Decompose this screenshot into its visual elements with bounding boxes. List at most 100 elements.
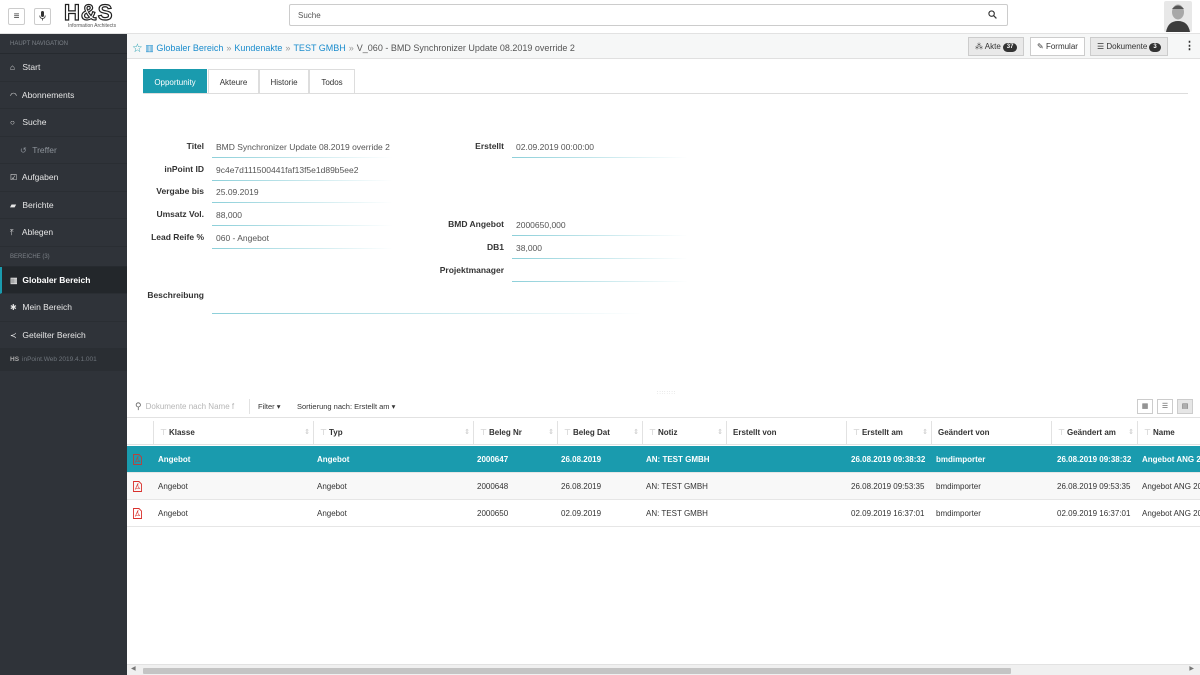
projektmanager-label: Projektmanager bbox=[439, 265, 504, 275]
image-icon: ▦ bbox=[1141, 403, 1149, 410]
view-list-button[interactable]: ☰ bbox=[1157, 399, 1173, 414]
filter-icon[interactable]: ⊤ bbox=[480, 428, 487, 437]
scroll-right-icon[interactable]: ▶ bbox=[1189, 665, 1194, 672]
sidebar-item-mein-bereich[interactable]: ✱ Mein Bereich bbox=[0, 294, 127, 322]
sidebar-item-label: Globaler Bereich bbox=[22, 274, 91, 285]
table-row[interactable]: Angebot Angebot 2000650 02.09.2019 AN: T… bbox=[127, 500, 1200, 527]
sidebar-item-treffer[interactable]: ↺ Treffer bbox=[0, 137, 127, 164]
list-icon: ☰ bbox=[1097, 42, 1105, 51]
breadcrumb-kundenakte[interactable]: Kundenakte bbox=[234, 43, 282, 53]
breadcrumb-globaler-bereich[interactable]: Globaler Bereich bbox=[156, 43, 223, 53]
view-table-button[interactable]: ▤ bbox=[1177, 399, 1193, 414]
umsatz-field[interactable]: 88,000 bbox=[212, 209, 392, 226]
titel-field[interactable]: BMD Synchronizer Update 08.2019 override… bbox=[212, 141, 392, 158]
search-icon: ⚲ bbox=[135, 401, 142, 411]
horizontal-scrollbar[interactable]: ◀ ▶ bbox=[127, 664, 1200, 675]
cell-geaendert-von: bmdimporter bbox=[936, 509, 981, 518]
favorite-star-icon[interactable]: ☆ bbox=[132, 41, 143, 55]
sidebar-item-geteilter-bereich[interactable]: ≺ Geteilter Bereich bbox=[0, 322, 127, 349]
sort-icon[interactable]: ⇕ bbox=[304, 421, 310, 445]
sort-icon[interactable]: ⇕ bbox=[548, 421, 554, 445]
voice-button[interactable] bbox=[34, 8, 51, 25]
filter-icon[interactable]: ⊤ bbox=[160, 428, 167, 437]
cell-beleg-nr: 2000648 bbox=[477, 482, 509, 491]
column-label: Beleg Dat bbox=[572, 428, 610, 437]
document-search-input[interactable]: ⚲ Dokumente nach Name f bbox=[135, 401, 234, 412]
column-header-beleg-dat[interactable]: ⊤ Beleg Dat ⇕ bbox=[557, 421, 642, 445]
filter-icon[interactable]: ⊤ bbox=[320, 428, 327, 437]
filter-icon[interactable]: ⊤ bbox=[1058, 428, 1065, 437]
sidebar-item-ablegen[interactable]: ⤒ Ablegen bbox=[0, 219, 127, 247]
formular-button[interactable]: ✎ Formular bbox=[1030, 37, 1085, 56]
sidebar-item-abonnements[interactable]: ◠ Abonnements bbox=[0, 82, 127, 109]
tab-historie[interactable]: Historie bbox=[259, 69, 309, 94]
column-header-name[interactable]: ⊤ Name bbox=[1137, 421, 1200, 445]
logo-subtitle: Information Architects bbox=[68, 23, 117, 29]
history-icon: ↺ bbox=[20, 145, 27, 155]
sidebar-item-aufgaben[interactable]: ☑ Aufgaben bbox=[0, 164, 127, 192]
sidebar-item-berichte[interactable]: ▰ Berichte bbox=[0, 192, 127, 219]
app-logo[interactable]: H&S Information Architects bbox=[63, 1, 128, 32]
cell-notiz: AN: TEST GMBH bbox=[646, 482, 708, 491]
sort-icon[interactable]: ⇕ bbox=[717, 421, 723, 445]
column-header-erstellt-von[interactable]: Erstellt von bbox=[726, 421, 846, 445]
erstellt-field[interactable]: 02.09.2019 00:00:00 bbox=[512, 141, 687, 158]
scrollbar-thumb[interactable] bbox=[143, 668, 1011, 674]
filter-dropdown[interactable]: Filter ▾ bbox=[258, 402, 281, 411]
cell-geaendert-von: bmdimporter bbox=[936, 455, 986, 464]
building-icon: ▥ bbox=[10, 275, 18, 285]
column-header-notiz[interactable]: ⊤ Notiz ⇕ bbox=[642, 421, 726, 445]
beschreibung-field[interactable] bbox=[212, 297, 642, 314]
search-icon: ○ bbox=[10, 118, 15, 127]
sidebar-item-globaler-bereich[interactable]: ▥ Globaler Bereich bbox=[0, 266, 127, 294]
column-header-typ[interactable]: ⊤ Typ ⇕ bbox=[313, 421, 473, 445]
cell-erstellt-am: 02.09.2019 16:37:01 bbox=[851, 509, 925, 518]
table-row[interactable]: Angebot Angebot 2000647 26.08.2019 AN: T… bbox=[127, 446, 1200, 473]
akte-button[interactable]: ⁂ Akte 37 bbox=[968, 37, 1025, 56]
vergabe-bis-field[interactable]: 25.09.2019 bbox=[212, 186, 392, 203]
tab-akteure[interactable]: Akteure bbox=[208, 69, 259, 94]
version-logo: HS bbox=[10, 356, 20, 363]
inpoint-id-field[interactable]: 9c4e7d111500441faf13f5e1d89b5ee2 bbox=[212, 164, 392, 181]
table-row[interactable]: Angebot Angebot 2000648 26.08.2019 AN: T… bbox=[127, 473, 1200, 500]
sidebar-item-label: Berichte bbox=[22, 199, 54, 210]
sort-icon[interactable]: ⇕ bbox=[633, 421, 639, 445]
menu-toggle-button[interactable]: ≡ bbox=[8, 8, 25, 25]
document-toolbar: ⚲ Dokumente nach Name f Filter ▾ Sortieru… bbox=[127, 395, 1200, 418]
cell-beleg-dat: 26.08.2019 bbox=[561, 482, 602, 491]
column-header-geaendert-von[interactable]: Geändert von bbox=[931, 421, 1051, 445]
column-header-beleg-nr[interactable]: ⊤ Beleg Nr ⇕ bbox=[473, 421, 557, 445]
tab-opportunity[interactable]: Opportunity bbox=[143, 69, 207, 94]
sort-dropdown[interactable]: Sortierung nach: Erstellt am ▾ bbox=[297, 402, 395, 411]
user-avatar[interactable] bbox=[1164, 1, 1192, 32]
column-header-geaendert-am[interactable]: ⊤ Geändert am ⇕ bbox=[1051, 421, 1137, 445]
sort-icon[interactable]: ⇕ bbox=[464, 421, 470, 445]
filter-icon[interactable]: ⊤ bbox=[649, 428, 656, 437]
sidebar-item-start[interactable]: ⌂ Start bbox=[0, 54, 127, 82]
column-header-erstellt-am[interactable]: ⊤ Erstellt am ⇕ bbox=[846, 421, 931, 445]
db1-field[interactable]: 38,000 bbox=[512, 242, 687, 259]
bmd-angebot-field[interactable]: 2000650,000 bbox=[512, 219, 687, 236]
sort-icon[interactable]: ⇕ bbox=[1128, 421, 1134, 445]
sort-icon[interactable]: ⇕ bbox=[922, 421, 928, 445]
cell-klasse: Angebot bbox=[158, 455, 191, 464]
filter-icon[interactable]: ⊤ bbox=[1144, 428, 1151, 437]
sidebar-item-suche[interactable]: ○ Suche bbox=[0, 109, 127, 137]
scroll-left-icon[interactable]: ◀ bbox=[131, 665, 136, 672]
hamburger-icon: ≡ bbox=[13, 11, 20, 22]
projektmanager-field[interactable] bbox=[512, 265, 687, 282]
filter-icon[interactable]: ⊤ bbox=[853, 428, 860, 437]
tab-todos[interactable]: Todos bbox=[309, 69, 355, 94]
pane-splitter[interactable]: :::::::: bbox=[127, 390, 1200, 396]
filter-icon[interactable]: ⊤ bbox=[564, 428, 571, 437]
sidebar-item-label: Geteilter Bereich bbox=[22, 329, 86, 340]
lead-reife-field[interactable]: 060 - Angebot bbox=[212, 232, 392, 249]
column-header-klasse[interactable]: ⊤ Klasse ⇕ bbox=[153, 421, 313, 445]
more-options-icon[interactable]: ⋮ bbox=[1184, 39, 1195, 52]
breadcrumb-test-gmbh[interactable]: TEST GMBH bbox=[293, 43, 345, 53]
pdf-file-icon bbox=[133, 508, 142, 519]
search-icon[interactable] bbox=[988, 10, 997, 22]
dokumente-button[interactable]: ☰ Dokumente 3 bbox=[1090, 37, 1168, 56]
global-search-input[interactable]: Suche bbox=[289, 4, 1008, 26]
view-thumbnails-button[interactable]: ▦ bbox=[1137, 399, 1153, 414]
